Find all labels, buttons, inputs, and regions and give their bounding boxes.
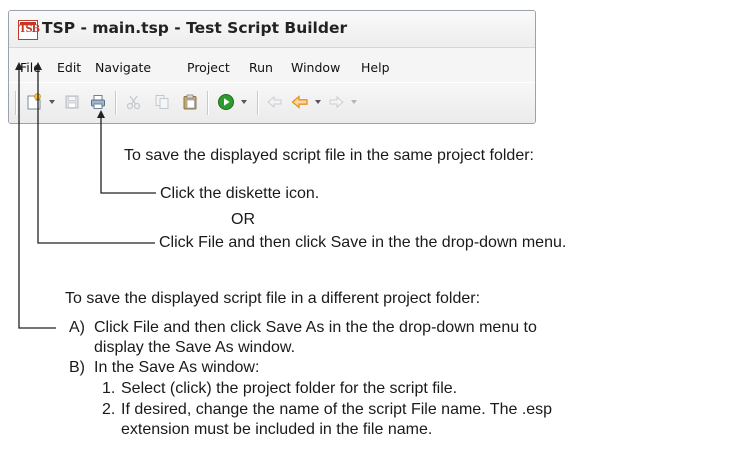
or-text: OR: [231, 211, 255, 228]
different-folder-heading: To save the displayed script file in a d…: [65, 290, 481, 307]
step-b1-text: Select (click) the project folder for th…: [121, 380, 458, 397]
step-a-line2: display the Save As window.: [94, 339, 296, 356]
step-a-marker: A): [69, 319, 85, 336]
click-file-save-text: Click File and then click Save in the th…: [159, 234, 567, 251]
click-diskette-text: Click the diskette icon.: [160, 185, 320, 202]
step-b2-line1: If desired, change the name of the scrip…: [121, 401, 553, 418]
arrowhead-file-inner: [34, 62, 42, 70]
arrowhead-file-outer: [15, 62, 23, 70]
same-folder-heading: To save the displayed script file in the…: [124, 147, 534, 164]
arrowhead-diskette: [97, 110, 105, 118]
step-b1-marker: 1.: [102, 380, 116, 397]
step-b2-line2: extension must be included in the file n…: [121, 421, 433, 438]
step-b-marker: B): [69, 359, 85, 376]
step-b-text: In the Save As window:: [94, 359, 260, 376]
step-b2-marker: 2.: [102, 401, 116, 418]
step-a-line1: Click File and then click Save As in the…: [94, 319, 537, 336]
